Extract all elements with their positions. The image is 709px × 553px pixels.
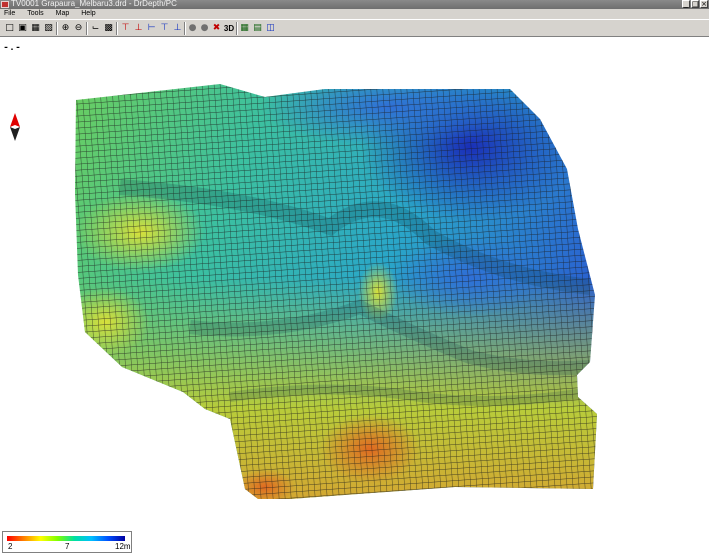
menu-map[interactable]: Map (56, 9, 70, 19)
color-scale-legend: 2 7 12m (2, 531, 132, 553)
new-file-icon[interactable]: □ (4, 23, 15, 34)
title-bar[interactable]: TV0001 Grapaura_Melbaru3.drd - DrDepth/P… (0, 0, 709, 9)
grid-icon[interactable]: ▦ (239, 23, 250, 34)
sphere-icon[interactable]: ● (187, 23, 198, 34)
menu-help[interactable]: Help (81, 9, 95, 19)
legend-mid-label: 7 (65, 542, 70, 551)
menu-bar: File Tools Map Help (0, 9, 709, 19)
toolbar-separator (236, 22, 238, 35)
well-top-icon[interactable]: ⊥ (133, 23, 144, 34)
app-icon[interactable] (1, 1, 9, 8)
zoom-out-icon[interactable]: ⊖ (73, 23, 84, 34)
chart-icon[interactable]: ▩ (103, 23, 114, 34)
legend-min-label: 2 (8, 542, 13, 551)
toolbar-separator (116, 22, 118, 35)
depth-surface-mesh[interactable] (0, 37, 709, 553)
map-canvas[interactable]: -.- 2 7 12m (0, 37, 709, 553)
horizon-icon[interactable]: ⊤ (159, 23, 170, 34)
application-window: TV0001 Grapaura_Melbaru3.drd - DrDepth/P… (0, 0, 709, 553)
toolbar: □ ▣ ▦ ▧ ⊕ ⊖ ⌙ ▩ ⊤ ⊥ ⊢ ⊤ ⊥ ● ● ✖ 3D ▦ ▤ ◫ (0, 19, 709, 37)
axis-icon[interactable]: ⌙ (90, 23, 101, 34)
window-title: TV0001 Grapaura_Melbaru3.drd - DrDepth/P… (11, 0, 177, 8)
database-icon[interactable]: ◫ (265, 23, 276, 34)
delete-icon[interactable]: ✖ (211, 23, 222, 34)
print-icon[interactable]: ▧ (43, 23, 54, 34)
view-3d-button[interactable]: 3D (223, 23, 235, 34)
toolbar-separator (86, 22, 88, 35)
fault-icon[interactable]: ⊥ (172, 23, 183, 34)
color-scale-bar (7, 536, 125, 541)
legend-max-label: 12m (115, 542, 131, 551)
report-icon[interactable]: ▤ (252, 23, 263, 34)
menu-file[interactable]: File (4, 9, 15, 19)
cross-section-icon[interactable]: ⊢ (146, 23, 157, 34)
minimize-button[interactable]: _ (682, 0, 690, 8)
zoom-in-icon[interactable]: ⊕ (60, 23, 71, 34)
shade-icon[interactable]: ● (199, 23, 210, 34)
menu-tools[interactable]: Tools (27, 9, 43, 19)
save-icon[interactable]: ▦ (30, 23, 41, 34)
toolbar-separator (184, 22, 186, 35)
maximize-button[interactable]: □ (691, 0, 699, 8)
well-marker-icon[interactable]: ⊤ (120, 23, 131, 34)
toolbar-separator (56, 22, 58, 35)
window-controls: _ □ × (682, 0, 708, 8)
close-button[interactable]: × (700, 0, 708, 8)
open-folder-icon[interactable]: ▣ (17, 23, 28, 34)
